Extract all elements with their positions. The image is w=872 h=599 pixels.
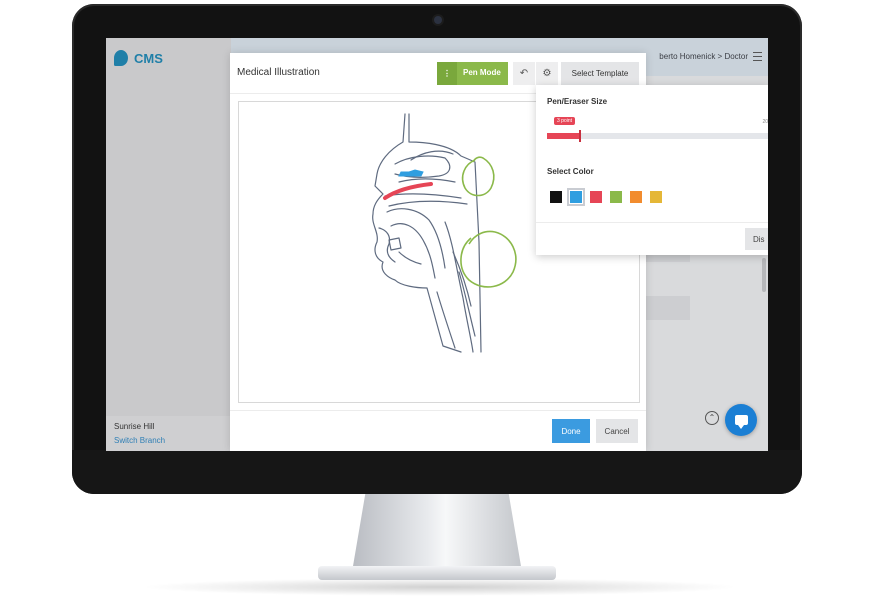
color-swatch[interactable]	[650, 191, 662, 203]
pen-size-title: Pen/Eraser Size	[547, 97, 608, 106]
monitor-chin	[72, 450, 802, 494]
color-swatches	[550, 188, 662, 206]
select-template-button[interactable]: Select Template	[561, 62, 639, 85]
color-swatch[interactable]	[567, 188, 585, 206]
color-swatch[interactable]	[610, 191, 622, 203]
brand-name: CMS	[134, 50, 163, 66]
gear-icon: ⚙	[542, 68, 552, 79]
screen: CMS Sunrise Hill Switch Branch berto Hom…	[106, 38, 768, 451]
popup-divider	[536, 222, 768, 223]
color-swatch[interactable]	[630, 191, 642, 203]
app-sidebar: CMS Sunrise Hill Switch Branch	[106, 38, 231, 451]
pen-size-value-label: 3 point	[554, 117, 576, 125]
undo-button[interactable]: ↶	[513, 62, 535, 85]
background-card	[646, 296, 690, 320]
monitor-stand-neck	[352, 492, 522, 572]
done-button[interactable]: Done	[552, 419, 590, 443]
stand-shadow	[140, 578, 740, 596]
drag-grip-icon: ⋮	[437, 62, 457, 85]
pen-mode-label: Pen Mode	[463, 68, 501, 77]
monitor-stand-base	[318, 566, 556, 580]
select-color-title: Select Color	[547, 167, 594, 176]
discard-button[interactable]: Dis	[745, 228, 768, 250]
chat-button[interactable]	[725, 404, 757, 436]
pen-size-slider-handle[interactable]	[579, 130, 581, 142]
webcam	[434, 16, 442, 24]
app-logo[interactable]: CMS	[114, 50, 163, 66]
background-scrollbar[interactable]	[762, 258, 766, 292]
pen-settings-popup: Pen/Eraser Size 3 point 20 Select Color …	[536, 85, 768, 255]
branch-name: Sunrise Hill	[114, 422, 155, 431]
switch-branch-link[interactable]: Switch Branch	[114, 436, 165, 445]
cancel-button[interactable]: Cancel	[596, 419, 638, 443]
scroll-to-top-button[interactable]: ⌃	[705, 411, 719, 425]
chat-bubble-icon	[734, 415, 748, 429]
pen-size-slider-fill	[547, 133, 580, 139]
pen-size-slider[interactable]	[547, 130, 768, 142]
cms-logo-icon	[114, 50, 128, 66]
user-info[interactable]: berto Homenick > Doctor	[659, 52, 748, 61]
pen-size-max-label: 20	[762, 119, 768, 125]
undo-icon: ↶	[519, 68, 529, 79]
branch-block: Sunrise Hill Switch Branch	[106, 416, 231, 451]
color-swatch[interactable]	[550, 191, 562, 203]
modal-footer: Done Cancel	[230, 410, 646, 451]
settings-button[interactable]: ⚙	[536, 62, 558, 85]
hamburger-menu-icon[interactable]	[753, 52, 762, 61]
pen-mode-button[interactable]: ⋮ Pen Mode	[437, 62, 508, 85]
modal-title: Medical Illustration	[237, 67, 320, 78]
color-swatch[interactable]	[590, 191, 602, 203]
